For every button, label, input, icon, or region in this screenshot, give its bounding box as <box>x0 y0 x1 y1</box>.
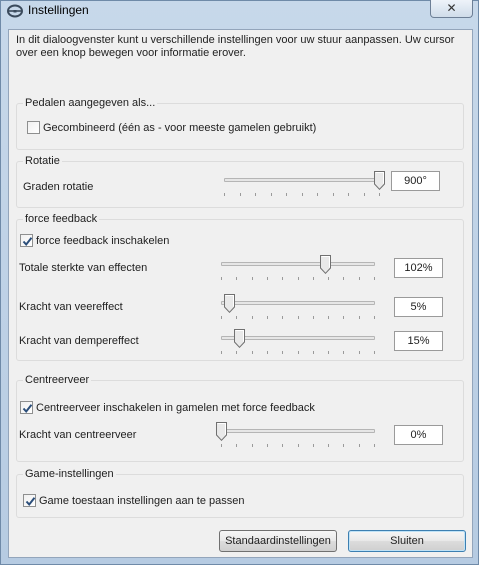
centering-strength-slider[interactable] <box>216 421 380 451</box>
force-feedback-group-label: force feedback <box>23 213 100 225</box>
pedals-group-label: Pedalen aangegeven als... <box>23 97 158 109</box>
game-allow-row[interactable]: Game toestaan instellingen aan te passen <box>23 494 244 507</box>
centering-spring-group: Centreerveer Centreerveer inschakelen in… <box>16 374 464 462</box>
total-strength-slider[interactable] <box>216 254 380 284</box>
close-icon: ✕ <box>446 1 457 15</box>
title-bar[interactable]: Instellingen ✕ <box>1 0 478 23</box>
slider-thumb[interactable] <box>320 255 331 275</box>
combined-pedals-checkbox-row[interactable]: Gecombineerd (één as - voor meeste gamel… <box>27 121 316 134</box>
centering-enable-row[interactable]: Centreerveer inschakelen in gamelen met … <box>20 401 315 414</box>
slider-ticks <box>224 193 380 196</box>
close-window-button[interactable]: ✕ <box>430 0 473 18</box>
slider-thumb[interactable] <box>234 329 245 349</box>
damper-strength-label: Kracht van dempereffect <box>19 335 139 347</box>
damper-strength-slider[interactable] <box>216 328 380 358</box>
rotation-degrees-value[interactable]: 900° <box>391 171 440 191</box>
slider-thumb[interactable] <box>224 294 235 314</box>
steering-wheel-icon <box>7 4 23 18</box>
game-settings-group: Game-instellingen Game toestaan instelli… <box>16 468 464 518</box>
game-settings-group-label: Game-instellingen <box>23 468 116 480</box>
spring-strength-value[interactable]: 5% <box>394 297 443 317</box>
spring-strength-slider[interactable] <box>216 293 380 323</box>
combined-pedals-label: Gecombineerd (één as - voor meeste gamel… <box>43 121 317 134</box>
centering-enable-label: Centreerveer inschakelen in gamelen met … <box>36 401 315 414</box>
force-feedback-group: force feedback force feedback inschakele… <box>16 213 464 361</box>
close-button[interactable]: Sluiten <box>348 530 466 552</box>
centering-spring-group-label: Centreerveer <box>23 374 92 386</box>
slider-thumb[interactable] <box>374 171 385 191</box>
slider-track[interactable] <box>221 262 375 266</box>
settings-dialog: Instellingen ✕ In dit dialoogvenster kun… <box>0 0 479 565</box>
centering-strength-label: Kracht van centreerveer <box>19 429 137 441</box>
slider-track[interactable] <box>221 429 375 433</box>
total-strength-value[interactable]: 102% <box>394 258 443 278</box>
rotation-group-label: Rotatie <box>23 155 62 167</box>
rotation-group: Rotatie Graden rotatie 900° <box>16 155 464 208</box>
slider-track[interactable] <box>221 301 375 305</box>
total-strength-label: Totale sterkte van effecten <box>19 262 148 274</box>
game-allow-label: Game toestaan instellingen aan te passen <box>39 494 245 507</box>
spring-strength-label: Kracht van veereffect <box>19 301 123 313</box>
slider-ticks <box>221 351 375 354</box>
slider-track[interactable] <box>224 178 380 182</box>
rotation-degrees-slider[interactable] <box>219 170 385 200</box>
rotation-degrees-label: Graden rotatie <box>23 181 94 193</box>
force-feedback-enable-row[interactable]: force feedback inschakelen <box>20 234 169 247</box>
slider-ticks <box>221 277 375 280</box>
slider-ticks <box>221 316 375 319</box>
restore-defaults-button[interactable]: Standaardinstellingen <box>219 530 337 552</box>
force-feedback-enable-label: force feedback inschakelen <box>36 234 170 247</box>
slider-ticks <box>221 444 375 447</box>
dialog-body: In dit dialoogvenster kunt u verschillen… <box>8 29 473 558</box>
game-allow-checkbox[interactable] <box>23 494 36 507</box>
window-title: Instellingen <box>28 3 89 17</box>
combined-pedals-checkbox[interactable] <box>27 121 40 134</box>
centering-enable-checkbox[interactable] <box>20 401 33 414</box>
force-feedback-enable-checkbox[interactable] <box>20 234 33 247</box>
damper-strength-value[interactable]: 15% <box>394 331 443 351</box>
pedals-group: Pedalen aangegeven als... Gecombineerd (… <box>16 97 464 150</box>
intro-text: In dit dialoogvenster kunt u verschillen… <box>16 34 455 59</box>
centering-strength-value[interactable]: 0% <box>394 425 443 445</box>
slider-thumb[interactable] <box>216 422 227 442</box>
